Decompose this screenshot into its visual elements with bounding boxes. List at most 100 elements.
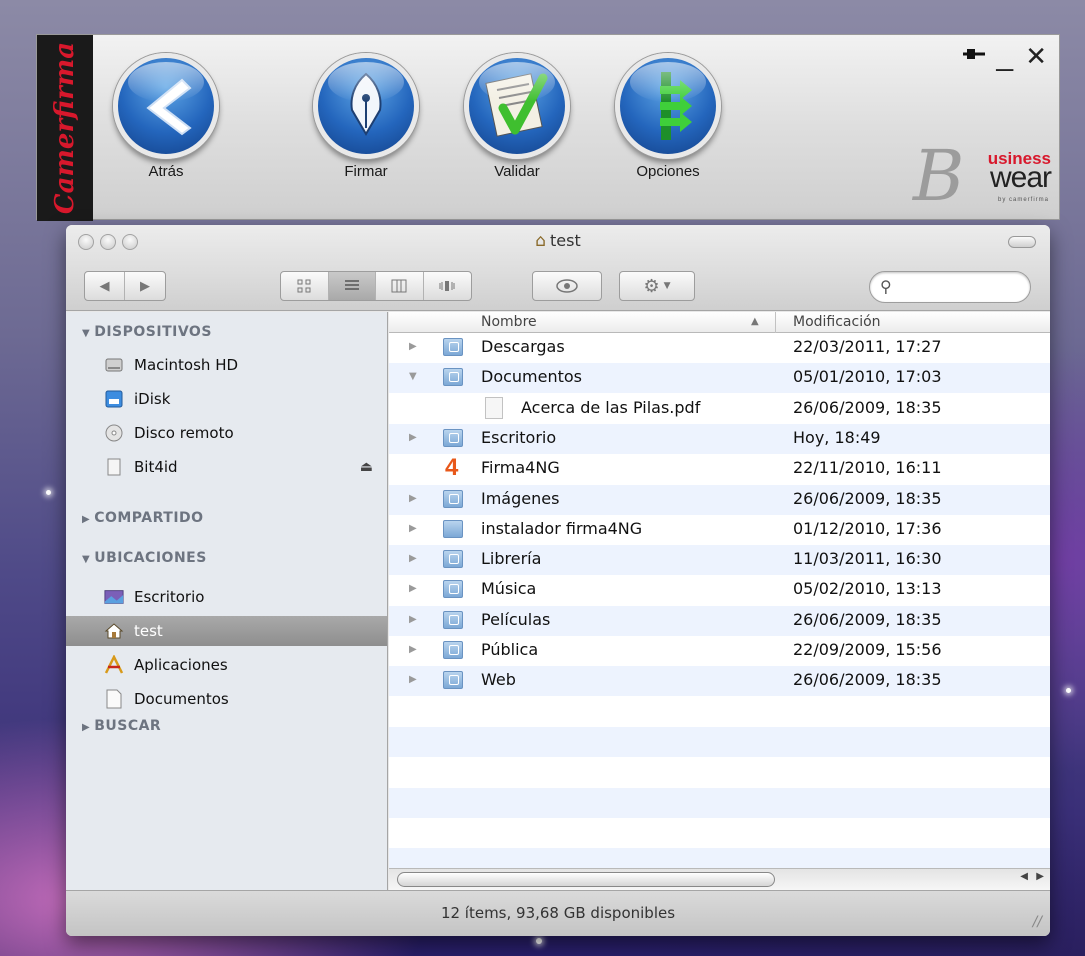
column-view-icon[interactable] [376, 272, 424, 300]
fountain-pen-icon [313, 53, 419, 159]
table-row[interactable]: ▶ Escritorio Hoy, 18:49 [389, 423, 1050, 454]
file-name: Firma4NG [481, 458, 560, 478]
sidebar-item-documentos[interactable]: Documentos [66, 684, 387, 714]
empty-row [389, 726, 1050, 757]
sidebar-section-devices[interactable]: ▼ DISPOSITIVOS [82, 324, 212, 340]
sidebar-item-test[interactable]: test [66, 616, 387, 646]
sidebar-section-shared[interactable]: ▶ COMPARTIDO [82, 510, 204, 526]
sidebar: ▼ DISPOSITIVOS Macintosh HD iDisk Disco r… [66, 312, 388, 890]
table-row[interactable]: ▶ Librería 11/03/2011, 16:30 [389, 545, 1050, 576]
file-name: Imágenes [481, 488, 560, 508]
eject-icon[interactable]: ⏏ [360, 459, 373, 475]
disclosure-closed-icon: ▶ [82, 514, 91, 525]
table-row[interactable]: ▶ Películas 26/06/2009, 18:35 [389, 605, 1050, 636]
pin-icon[interactable] [963, 45, 985, 67]
disclosure-closed-icon: ▶ [82, 722, 91, 733]
background-star [46, 490, 51, 495]
disclosure-closed-icon[interactable]: ▶ [409, 432, 417, 443]
sidebar-section-label: UBICACIONES [94, 550, 207, 566]
disclosure-closed-icon[interactable]: ▶ [409, 583, 417, 594]
empty-row [389, 697, 1050, 727]
folder-icon [443, 641, 463, 659]
table-row[interactable]: ▶ Imágenes 26/06/2009, 18:35 [389, 484, 1050, 515]
options-button[interactable]: Opciones [609, 53, 727, 180]
close-button[interactable]: ✕ [1025, 43, 1047, 69]
validate-button[interactable]: Validar [458, 53, 576, 180]
table-row[interactable]: 4 Firma4NG 22/11/2010, 16:11 [389, 454, 1050, 484]
column-header-modified[interactable]: Modificación [793, 314, 881, 330]
idisk-icon [104, 389, 124, 409]
search-field[interactable]: ⚲ [869, 271, 1031, 303]
disclosure-closed-icon[interactable]: ▶ [409, 341, 417, 352]
file-name: Documentos [481, 367, 583, 387]
disclosure-closed-icon[interactable]: ▶ [409, 674, 417, 685]
scroll-left-icon[interactable]: ◀ [1020, 871, 1028, 882]
finder-window: ⌂ test ◀ ▶ ⚙ ▼ ⚲ ▼ DISPOSITIVOS Macintos… [66, 225, 1050, 936]
business-wear-logo-subtitle: by camerfirma [997, 197, 1049, 203]
cover-flow-icon[interactable] [424, 272, 471, 300]
table-row[interactable]: ▶ Música 05/02/2010, 13:13 [389, 575, 1050, 605]
finder-titlebar: ⌂ test ◀ ▶ ⚙ ▼ ⚲ [66, 225, 1050, 311]
folder-icon [443, 368, 463, 387]
hard-drive-icon [104, 355, 124, 375]
table-row[interactable]: ▶ Descargas 22/03/2011, 17:27 [389, 333, 1050, 363]
forward-nav-icon[interactable]: ▶ [125, 272, 165, 300]
table-row[interactable]: ▶ instalador firma4NG 01/12/2010, 17:36 [389, 515, 1050, 545]
scrollbar-thumb[interactable] [397, 872, 775, 887]
disclosure-open-icon[interactable]: ▼ [409, 371, 417, 382]
folder-icon [443, 550, 463, 569]
file-name: Pública [481, 640, 539, 659]
disclosure-closed-icon[interactable]: ▶ [409, 493, 417, 504]
back-forward-group: ◀ ▶ [84, 271, 166, 301]
disclosure-closed-icon[interactable]: ▶ [409, 614, 417, 625]
search-input[interactable] [900, 276, 1024, 298]
horizontal-scrollbar[interactable]: ◀ ▶ [389, 868, 1050, 890]
table-row[interactable]: Acerca de las Pilas.pdf 26/06/2009, 18:35 [389, 394, 1050, 424]
sign-button-label: Firmar [344, 163, 388, 180]
file-modified-date: 22/11/2010, 16:11 [793, 458, 942, 478]
quick-look-button[interactable] [532, 271, 602, 301]
disclosure-closed-icon[interactable]: ▶ [409, 644, 417, 655]
sort-ascending-icon: ▲ [751, 316, 759, 327]
sidebar-item-aplicaciones[interactable]: Aplicaciones [66, 650, 387, 680]
column-header-name[interactable]: Nombre [481, 314, 537, 330]
empty-row [389, 757, 1050, 787]
chevron-down-icon: ▼ [663, 281, 671, 291]
file-modified-date: 05/01/2010, 17:03 [793, 367, 942, 387]
icon-view-icon[interactable] [281, 272, 329, 300]
table-row[interactable]: ▼ Documentos 05/01/2010, 17:03 [389, 363, 1050, 394]
sidebar-item-bit4id[interactable]: Bit4id ⏏ [66, 452, 387, 482]
back-nav-icon[interactable]: ◀ [85, 272, 126, 300]
file-modified-date: 22/09/2009, 15:56 [793, 640, 942, 659]
background-star [1066, 688, 1071, 693]
sidebar-section-label: COMPARTIDO [94, 510, 204, 526]
sidebar-item-escritorio[interactable]: Escritorio [66, 582, 387, 612]
disclosure-closed-icon[interactable]: ▶ [409, 553, 417, 564]
back-arrow-icon [113, 53, 219, 159]
disclosure-open-icon: ▼ [82, 554, 91, 565]
toolbar-toggle-button[interactable] [1008, 236, 1036, 248]
sidebar-item-idisk[interactable]: iDisk [66, 384, 387, 414]
sidebar-item-label: Escritorio [134, 588, 205, 606]
column-divider[interactable] [775, 312, 776, 333]
table-row[interactable]: ▶ Pública 22/09/2009, 15:56 [389, 636, 1050, 666]
window-title: ⌂ test [66, 231, 1050, 251]
folder-icon [443, 580, 463, 599]
file-modified-date: 26/06/2009, 18:35 [793, 488, 942, 508]
sidebar-item-macintosh-hd[interactable]: Macintosh HD [66, 350, 387, 380]
sign-button[interactable]: Firmar [307, 53, 425, 180]
file-modified-date: 05/02/2010, 13:13 [793, 579, 942, 599]
list-view-icon[interactable] [328, 272, 376, 300]
sidebar-section-places[interactable]: ▼ UBICACIONES [82, 550, 207, 566]
sidebar-item-remote-disc[interactable]: Disco remoto [66, 418, 387, 448]
file-modified-date: Hoy, 18:49 [793, 427, 881, 447]
back-button[interactable]: Atrás [107, 53, 225, 180]
scroll-right-icon[interactable]: ▶ [1036, 871, 1044, 882]
resize-grip-icon[interactable]: // [1033, 914, 1042, 930]
folder-icon [443, 610, 463, 629]
action-menu-button[interactable]: ⚙ ▼ [619, 271, 695, 301]
minimize-button[interactable]: _ [996, 41, 1013, 71]
disclosure-closed-icon[interactable]: ▶ [409, 523, 417, 534]
table-row[interactable]: ▶ Web 26/06/2009, 18:35 [389, 666, 1050, 697]
sidebar-section-search[interactable]: ▶ BUSCAR [82, 718, 161, 734]
